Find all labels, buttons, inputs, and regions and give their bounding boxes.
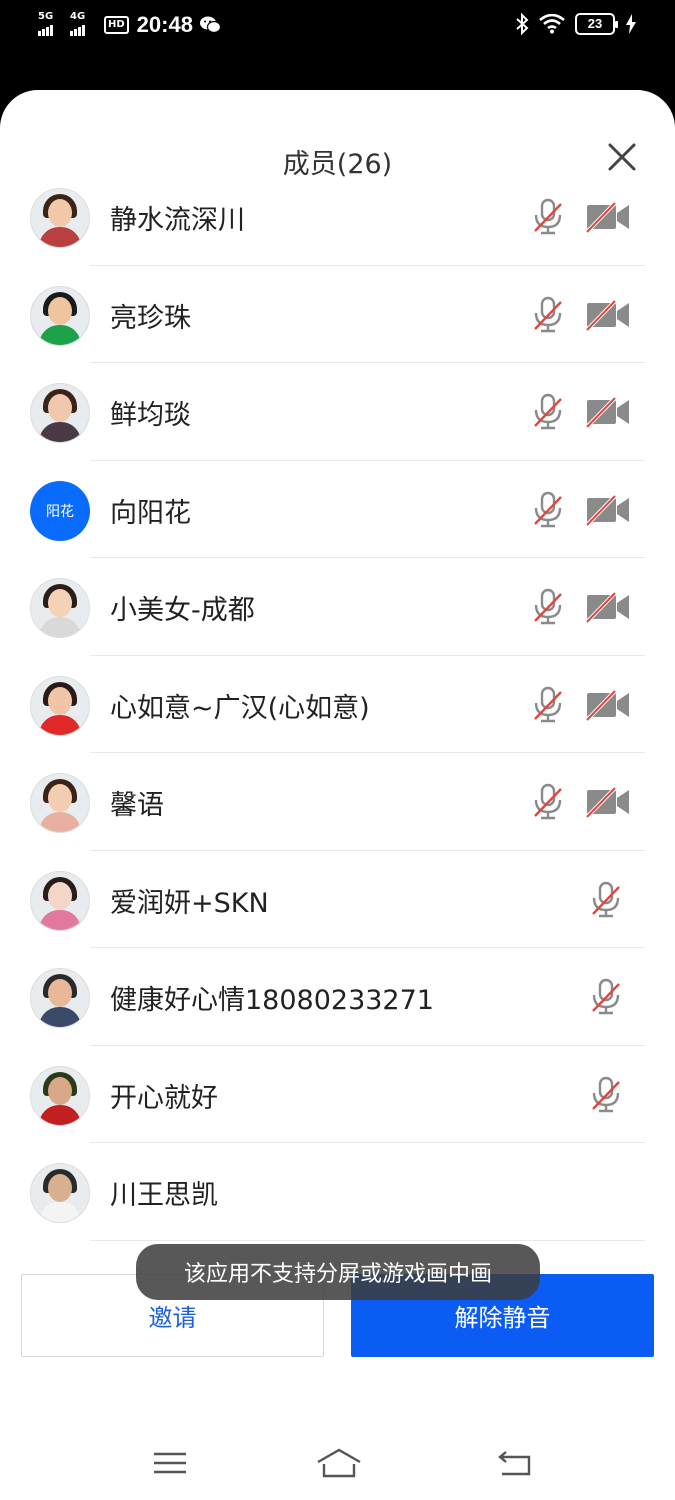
mic-muted-icon — [534, 296, 562, 332]
member-row[interactable]: 健康好心情18080233271 — [0, 948, 675, 1046]
bluetooth-icon — [516, 13, 529, 35]
avatar — [30, 1065, 90, 1126]
battery-level: 23 — [587, 16, 603, 31]
camera-off-icon — [585, 786, 629, 818]
avatar — [30, 968, 90, 1028]
screen: 5G 4G HD 20:48 23 成员(26) 静水流深川 亮珍珠 鲜均琰 阳… — [0, 0, 675, 1500]
signal-4g-label: 4G — [70, 11, 86, 22]
camera-off-icon — [585, 591, 629, 623]
mic-muted-icon — [592, 978, 620, 1015]
member-name: 鲜均琰 — [110, 400, 191, 431]
sheet-title: 成员(26) — [282, 149, 393, 180]
avatar — [30, 675, 90, 736]
member-name: 小美女-成都 — [110, 595, 255, 626]
status-right: 23 — [515, 13, 637, 35]
mic-muted-icon — [534, 198, 562, 235]
member-list-inner: 静水流深川亮珍珠鲜均琰阳花 向阳花小美女-成都心如意~广汉(心如意) 馨语爱润妍+S… — [0, 188, 675, 1241]
signal-5g-icon: 5G — [38, 11, 64, 36]
avatar — [30, 578, 90, 638]
system-nav-bar — [0, 1425, 675, 1500]
camera-off-icon — [585, 689, 629, 721]
camera-off-icon — [585, 299, 629, 331]
member-row[interactable]: 亮珍珠 — [0, 266, 675, 363]
member-row[interactable]: 小美女-成都 — [0, 558, 675, 656]
member-name: 川王思凯 — [110, 1180, 218, 1211]
status-bar: 5G 4G HD 20:48 23 — [0, 0, 675, 55]
mic-muted-icon — [534, 588, 562, 625]
member-row[interactable]: 阳花 向阳花 — [0, 461, 675, 558]
back-icon[interactable] — [496, 1445, 536, 1481]
mic-muted-icon — [534, 491, 562, 527]
member-name: 心如意~广汉(心如意) — [110, 692, 370, 724]
member-list[interactable]: 静水流深川亮珍珠鲜均琰阳花 向阳花小美女-成都心如意~广汉(心如意) 馨语爱润妍+S… — [0, 188, 675, 1246]
wechat-icon — [199, 16, 221, 34]
member-row[interactable]: 静水流深川 — [0, 188, 675, 266]
avatar — [30, 870, 90, 931]
mic-muted-icon — [534, 783, 562, 820]
mic-muted-icon — [592, 881, 620, 917]
home-icon[interactable] — [316, 1445, 362, 1481]
member-row[interactable]: 川王思凯 — [0, 1143, 675, 1241]
avatar — [30, 285, 90, 346]
camera-off-icon — [585, 494, 629, 526]
member-name: 健康好心情18080233271 — [110, 985, 434, 1016]
avatar — [30, 1163, 90, 1223]
member-row[interactable]: 爱润妍+SKN — [0, 851, 675, 948]
mic-muted-icon — [534, 393, 562, 430]
member-row[interactable]: 鲜均琰 — [0, 363, 675, 461]
member-row[interactable]: 馨语 — [0, 753, 675, 851]
member-name: 开心就好 — [110, 1082, 218, 1114]
close-icon[interactable] — [605, 140, 639, 174]
status-time: 20:48 — [136, 12, 193, 37]
wifi-icon — [539, 14, 565, 34]
avatar-text: 阳花 — [30, 480, 90, 541]
mic-muted-icon — [534, 686, 562, 722]
battery-indicator: 23 — [575, 13, 618, 35]
member-name: 静水流深川 — [110, 205, 245, 236]
avatar — [30, 383, 90, 443]
member-row[interactable]: 心如意~广汉(心如意) — [0, 656, 675, 753]
camera-off-icon — [585, 396, 629, 428]
mic-muted-icon — [592, 1076, 620, 1112]
signal-4g-icon: 4G — [70, 11, 96, 36]
toast-message: 该应用不支持分屏或游戏画中画 — [136, 1244, 540, 1300]
member-name: 亮珍珠 — [110, 302, 191, 334]
member-name: 爱润妍+SKN — [110, 887, 269, 919]
member-row[interactable]: 开心就好 — [0, 1046, 675, 1143]
members-sheet: 成员(26) 静水流深川亮珍珠鲜均琰阳花 向阳花小美女-成都心如意~广汉(心如意)… — [0, 90, 675, 1500]
hd-badge: HD — [104, 16, 129, 34]
avatar — [30, 188, 90, 248]
status-left: 5G 4G HD 20:48 — [38, 11, 221, 38]
charging-icon — [626, 14, 636, 34]
member-name: 馨语 — [110, 790, 164, 821]
menu-icon[interactable] — [150, 1445, 190, 1481]
member-name: 向阳花 — [110, 497, 191, 529]
signal-5g-label: 5G — [38, 11, 54, 22]
avatar — [30, 773, 90, 833]
row-divider — [90, 1239, 645, 1241]
camera-off-icon — [585, 201, 629, 233]
